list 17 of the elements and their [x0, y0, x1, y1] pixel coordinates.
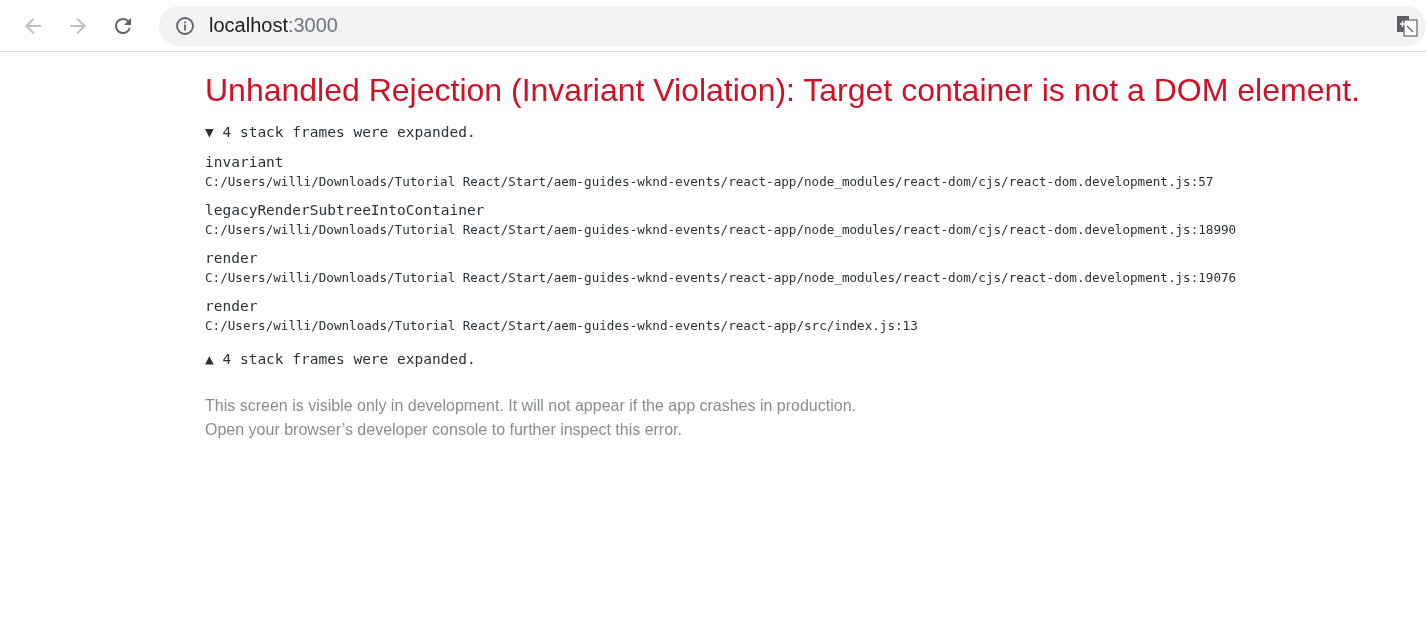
function-name: invariant — [205, 154, 285, 170]
collapse-toggle[interactable]: ▲ 4 stack frames were expanded. — [205, 351, 476, 367]
url-text: localhost:3000 — [209, 14, 338, 37]
file-path: C:/Users/willi/Downloads/Tutorial React/Start/aem-guides-wknd-events/react-app/node_modules/react-dom/cjs/react-dom.development.js:57 — [205, 174, 1215, 189]
footer-note: This screen is visible only in development. It will not appear if the app crashes in production. — [205, 396, 857, 416]
file-path: C:/Users/willi/Downloads/Tutorial React/Start/aem-guides-wknd-events/react-app/src/index.js:13 — [205, 318, 919, 333]
function-name: render — [205, 250, 259, 266]
error-title: Unhandled Rejection (Invariant Violation): Target container is not a DOM element. — [205, 71, 1361, 110]
info-icon[interactable] — [175, 15, 195, 36]
footer-note: Open your browser’s developer console to further inspect this error. — [205, 420, 683, 440]
address-bar[interactable]: localhost:3000 — [159, 5, 1426, 46]
function-name: legacyRenderSubtreeIntoContainer — [205, 202, 486, 218]
function-name: render — [205, 298, 259, 314]
collapse-toggle[interactable]: ▼ 4 stack frames were expanded. — [205, 124, 476, 140]
translate-icon[interactable] — [1396, 14, 1418, 37]
file-path: C:/Users/willi/Downloads/Tutorial React/Start/aem-guides-wknd-events/react-app/node_modules/react-dom/cjs/react-dom.development.js:18990 — [205, 222, 1238, 237]
file-path: C:/Users/willi/Downloads/Tutorial React/Start/aem-guides-wknd-events/react-app/node_modules/react-dom/cjs/react-dom.development.js:19076 — [205, 270, 1238, 285]
